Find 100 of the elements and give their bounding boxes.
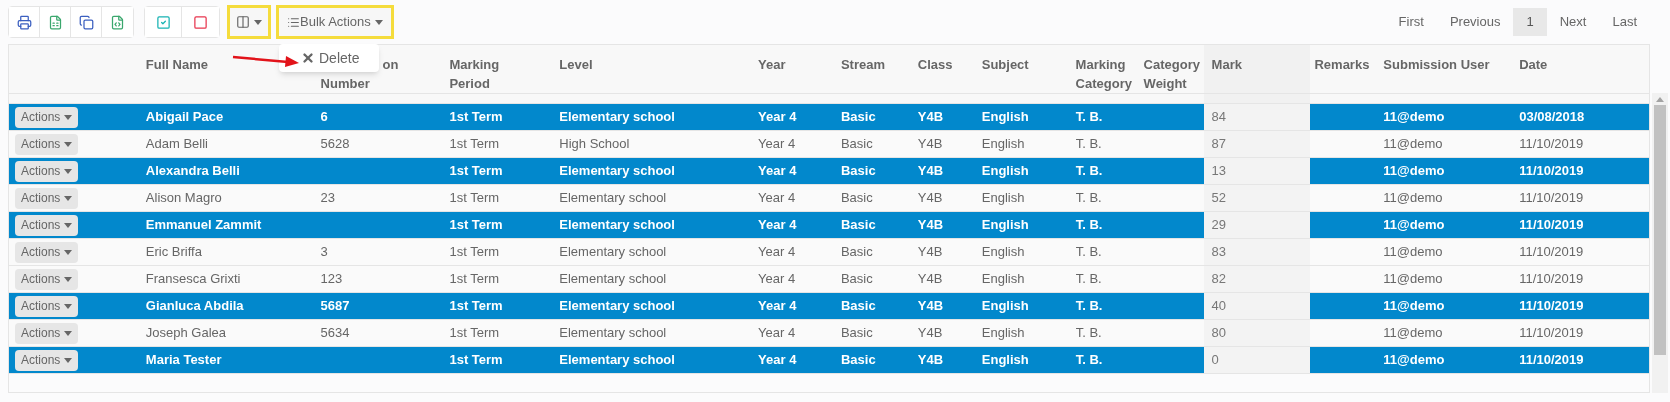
delete-menu-item[interactable]: Delete [301,47,360,69]
table-cell-text: Year 4 [758,135,796,154]
print-button[interactable] [9,7,40,37]
table-cell-text: 11@demo [1383,162,1445,181]
table-row[interactable]: Actions Adam Belli 5628 1st Term High School Year 4 Basic Y4B English T. B. 87 11@demo 11/10/2019 [9,131,1649,158]
table-cell-text: 11/10/2019 [1519,189,1584,208]
table-cell-text: T. B. [1075,162,1103,181]
table-row[interactable]: Actions Eric Briffa 3 1st Term Elementary school Year 4 Basic Y4B English T. B. 83 11@demo 11/10/2019 [9,239,1649,266]
table-cell-text: English [981,135,1025,154]
table-cell-text: Basic [840,216,876,235]
table-cell-text: Emmanuel Zammit [145,216,262,235]
table-cell-text: Y4B [917,243,943,262]
copy-button[interactable] [71,7,102,37]
table-row[interactable]: Actions Joseph Galea 5634 1st Term Elementary school Year 4 Basic Y4B English T. B. 80 11@demo 11/10/2019 [9,320,1649,347]
columns-button[interactable] [230,8,268,36]
table-row[interactable]: Actions Alexandra Belli 1st Term Elementary school Year 4 Basic Y4B English T. B. 13 11@demo 11/10/2019 [9,158,1649,185]
select-all-button[interactable] [145,7,182,37]
table-cell-text: 11@demo [1383,270,1443,289]
table-cell-text: Year 4 [758,270,796,289]
column-header[interactable]: Remarks [1314,55,1376,74]
table-cell-text: 1st Term [449,324,500,343]
actions-button[interactable]: Actions [15,349,79,371]
table-row[interactable]: Actions Fransesca Grixti 123 1st Term Elementary school Year 4 Basic Y4B English T. B. 82 11@demo 11/10/2019 [9,266,1649,293]
table-cell-text: 29 [1211,216,1226,235]
column-header[interactable]: Subject [981,55,1060,74]
caret-icon [64,330,73,336]
table-cell-text: 11@demo [1383,135,1443,154]
table-cell-text: Gianluca Abdila [145,297,244,316]
actions-button[interactable]: Actions [15,106,79,128]
code-file-icon [110,14,125,30]
scrollbar-thumb[interactable] [1654,105,1666,355]
table-cell-text: Year 4 [758,351,797,370]
column-header[interactable]: Submission User [1383,55,1504,74]
actions-button[interactable]: Actions [15,241,79,263]
table-row[interactable]: Actions Maria Tester 1st Term Elementary school Year 4 Basic Y4B English T. B. 0 11@demo 11/10/2019 [9,347,1649,374]
actions-button[interactable]: Actions [15,160,79,182]
table-row[interactable]: Actions Abigail Pace 6 1st Term Elementary school Year 4 Basic Y4B English T. B. 84 11@demo 03/08/2018 [9,104,1649,131]
actions-button[interactable]: Actions [15,295,79,317]
table-cell-text: Y4B [917,270,943,289]
scrollbar[interactable] [1652,93,1668,393]
table-row[interactable]: Actions Gianluca Abdila 5687 1st Term Elementary school Year 4 Basic Y4B English T. B. 40 11@demo 11/10/2019 [9,293,1649,320]
table-cell-text: T. B. [1075,351,1103,370]
table-cell-text: 1st Term [449,108,503,127]
actions-button[interactable]: Actions [15,268,79,290]
table-cell-text: 13 [1211,162,1226,181]
table-cell-text: 11/10/2019 [1519,162,1584,181]
table-cell-text: Basic [840,135,873,154]
actions-button[interactable]: Actions [15,322,79,344]
column-header[interactable]: Stream [840,55,902,74]
pagination-link[interactable]: 1 [1513,8,1547,36]
caret-icon [374,19,383,25]
print-icon [16,14,32,30]
table-cell-text: English [981,162,1029,181]
column-header[interactable]: Year [758,55,825,74]
pagination-link[interactable]: Next [1546,8,1600,36]
pagination-link[interactable]: Last [1599,8,1650,36]
actions-button[interactable]: Actions [15,214,79,236]
table-cell-text: Elementary school [559,189,667,208]
table-cell-text: Maria Tester [145,351,222,370]
pagination-link[interactable]: First [1385,8,1437,36]
table-cell-text: 11@demo [1383,351,1445,370]
table-row[interactable]: Actions Alison Magro 23 1st Term Elementary school Year 4 Basic Y4B English T. B. 52 11@demo 11/10/2019 [9,185,1649,212]
spreadsheet-icon [47,14,63,30]
deselect-all-button[interactable] [182,7,219,37]
table-cell-text: Year 4 [758,216,797,235]
table-cell-text: Alison Magro [145,189,222,208]
excel-export-button[interactable] [40,7,71,37]
table-cell-text: 123 [320,270,343,289]
table-cell-text: 80 [1211,324,1226,343]
scroll-up-icon[interactable] [1656,97,1664,102]
table-cell-text: Basic [840,108,876,127]
table-cell-text: 03/08/2018 [1519,108,1585,127]
table-cell-text: T. B. [1075,189,1102,208]
bulk-actions-button[interactable]: Bulk Actions [279,8,391,36]
actions-button[interactable]: Actions [15,187,79,209]
table-cell-text: English [981,270,1025,289]
column-header[interactable]: Marking Period [449,55,544,93]
table-cell-text: English [981,108,1029,127]
table-cell-text: 11@demo [1383,108,1445,127]
table-cell-text: Basic [840,243,873,262]
table-cell-text: Elementary school [559,108,675,127]
arrow-annotation [232,54,300,68]
code-export-button[interactable] [102,7,133,37]
table-cell-text: English [981,297,1029,316]
table-cell-text: Joseph Galea [145,324,227,343]
table-cell-text: English [981,243,1025,262]
table-cell-text: English [981,351,1029,370]
column-header[interactable]: Level [559,55,742,74]
column-header[interactable]: Class [917,55,966,74]
column-header[interactable]: Date [1519,55,1641,74]
table-cell-text: 11/10/2019 [1519,297,1584,316]
table-cell-text: 87 [1211,135,1226,154]
table-cell-text: Y4B [917,351,944,370]
table-cell-text: Elementary school [559,324,667,343]
close-icon [301,51,315,65]
pagination-link[interactable]: Previous [1436,8,1514,36]
table-cell-text: English [981,216,1029,235]
table-cell-text: Y4B [917,108,944,127]
actions-button[interactable]: Actions [15,133,79,155]
table-row[interactable]: Actions Emmanuel Zammit 1st Term Elementary school Year 4 Basic Y4B English T. B. 29 11@demo 11/10/2019 [9,212,1649,239]
